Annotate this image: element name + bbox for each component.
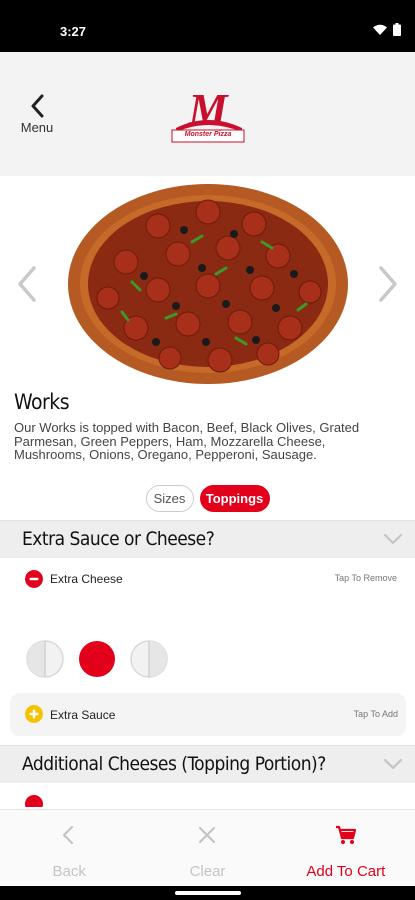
- back-label: Menu: [20, 120, 54, 135]
- option-hint: Tap To Add: [353, 709, 398, 719]
- item-image-carousel: [0, 176, 415, 386]
- item-title: Works: [14, 390, 70, 414]
- carousel-next-icon[interactable]: [375, 264, 401, 304]
- option-extra-cheese[interactable]: Extra Cheese Tap To Remove: [0, 559, 415, 599]
- section-header-additional-cheeses[interactable]: Additional Cheeses (Topping Portion)?: [0, 745, 415, 783]
- back-label: Back: [52, 863, 86, 880]
- minus-circle-icon: [25, 570, 43, 588]
- status-bar: 3:27: [0, 0, 415, 52]
- status-time: 3:27: [60, 24, 87, 39]
- chevron-down-icon: [383, 533, 403, 545]
- whole-portion-icon[interactable]: [78, 640, 116, 678]
- pizza-image: [68, 184, 348, 384]
- system-nav-bar: [0, 886, 415, 900]
- section-title: Extra Sauce or Cheese?: [22, 528, 215, 550]
- add-to-cart-button[interactable]: Add To Cart: [277, 810, 415, 886]
- section-title: Additional Cheeses (Topping Portion)?: [22, 753, 326, 775]
- portion-selector: [26, 640, 168, 678]
- chevron-left-icon: [63, 825, 74, 845]
- option-extra-sauce[interactable]: Extra Sauce Tap To Add: [10, 693, 406, 736]
- left-half-portion-icon[interactable]: [26, 640, 64, 678]
- minus-circle-icon: [25, 795, 43, 807]
- header: Menu M Monster Pizza: [0, 52, 415, 176]
- cart-icon: [335, 825, 356, 844]
- chevron-down-icon: [383, 758, 403, 770]
- chevron-left-icon: [31, 94, 44, 118]
- option-hint: Tap To Remove: [334, 573, 397, 583]
- partial-option-row: [0, 795, 415, 807]
- battery-icon: [393, 23, 401, 36]
- clear-button[interactable]: Clear: [138, 810, 276, 886]
- status-icons: [373, 23, 401, 36]
- section-header-extra-sauce-cheese[interactable]: Extra Sauce or Cheese?: [0, 520, 415, 558]
- back-button[interactable]: Back: [0, 810, 138, 886]
- right-half-portion-icon[interactable]: [130, 640, 168, 678]
- back-to-menu-button[interactable]: Menu: [14, 94, 60, 144]
- item-description: Our Works is topped with Bacon, Beef, Bl…: [14, 420, 360, 462]
- plus-circle-icon: [25, 705, 43, 723]
- tab-toppings[interactable]: Toppings: [199, 485, 270, 512]
- clear-label: Clear: [189, 863, 226, 880]
- logo-text: Monster Pizza: [184, 131, 232, 138]
- add-to-cart-label: Add To Cart: [306, 863, 386, 880]
- option-label: Extra Cheese: [50, 572, 123, 586]
- home-indicator[interactable]: [175, 891, 241, 895]
- wifi-icon: [373, 24, 387, 35]
- carousel-prev-icon[interactable]: [14, 264, 40, 304]
- option-label: Extra Sauce: [50, 708, 116, 722]
- logo-letter: M: [187, 85, 229, 134]
- bottom-action-bar: Back Clear Add To Cart: [0, 809, 415, 886]
- tab-sizes[interactable]: Sizes: [145, 485, 194, 512]
- close-icon: [199, 826, 216, 844]
- monster-pizza-logo: M Monster Pizza: [168, 82, 248, 144]
- option-tabs: Sizes Toppings: [0, 485, 415, 512]
